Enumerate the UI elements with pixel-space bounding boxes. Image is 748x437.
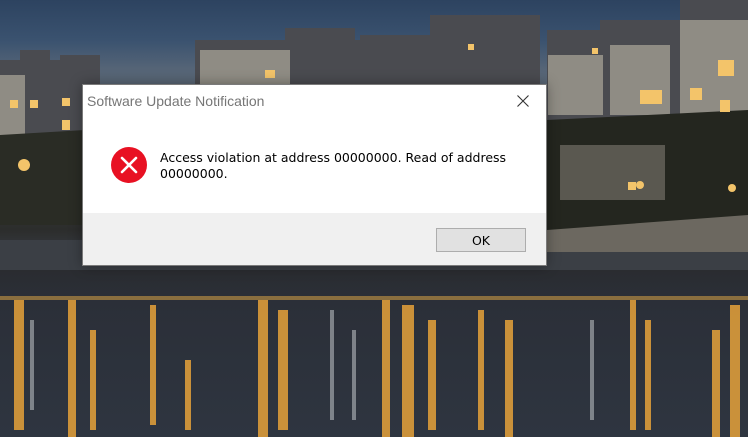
dialog-title: Software Update Notification (87, 93, 265, 109)
dialog-titlebar[interactable]: Software Update Notification (83, 85, 546, 116)
ok-button[interactable]: OK (436, 228, 526, 252)
close-button[interactable] (500, 85, 546, 116)
error-icon (111, 147, 147, 183)
dialog-button-bar: OK (83, 213, 546, 265)
error-message: Access violation at address 00000000. Re… (160, 150, 507, 181)
error-dialog: Software Update Notification Access viol… (82, 84, 547, 266)
dialog-content: Access violation at address 00000000. Re… (83, 116, 546, 213)
close-icon (517, 94, 529, 107)
